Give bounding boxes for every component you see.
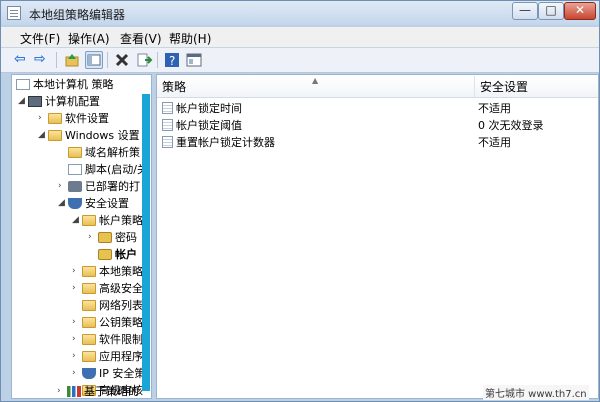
menu-action[interactable]: 操作(A) bbox=[68, 30, 110, 47]
tree-node-deployed-printers[interactable]: › 已部署的打 bbox=[58, 178, 140, 195]
chart-icon bbox=[67, 386, 81, 397]
printer-icon bbox=[68, 181, 82, 192]
tree-node-dns-policy[interactable]: 域名解析策 bbox=[58, 144, 140, 161]
gpedit-app-icon bbox=[7, 6, 21, 20]
column-header-policy[interactable]: 策略 ▲ bbox=[157, 76, 475, 98]
expand-arrow-icon[interactable]: › bbox=[72, 263, 82, 280]
title-bar: 本地组策略编辑器 — □ ✕ bbox=[1, 1, 599, 25]
table-row[interactable]: 重置帐户锁定计数器 不适用 bbox=[160, 134, 598, 151]
column-header-security-setting[interactable]: 安全设置 bbox=[475, 76, 598, 98]
expand-arrow-icon[interactable]: › bbox=[72, 331, 82, 348]
close-button[interactable]: ✕ bbox=[564, 2, 596, 20]
view-icon[interactable] bbox=[185, 51, 203, 69]
expand-arrow-icon[interactable]: › bbox=[58, 178, 68, 195]
policy-setting-icon bbox=[162, 119, 173, 131]
window-title: 本地组策略编辑器 bbox=[29, 8, 126, 22]
show-hide-tree-icon[interactable] bbox=[85, 51, 103, 69]
menu-file[interactable]: 文件(F) bbox=[20, 30, 60, 47]
security-shield-icon bbox=[68, 198, 82, 209]
expand-arrow-icon[interactable]: › bbox=[72, 348, 82, 365]
folder-lock-icon bbox=[82, 215, 96, 226]
expand-arrow-icon[interactable]: › bbox=[72, 280, 82, 297]
expand-arrow-icon[interactable]: › bbox=[38, 110, 48, 127]
tree-node-computer-config[interactable]: ◢ 计算机配置 bbox=[18, 93, 100, 110]
policy-setting-icon bbox=[162, 136, 173, 148]
minimize-button[interactable]: — bbox=[512, 2, 538, 20]
table-row[interactable]: 帐户锁定时间 不适用 bbox=[160, 100, 598, 117]
folder-icon bbox=[82, 317, 96, 328]
expand-arrow-icon[interactable]: › bbox=[57, 383, 67, 400]
app-window: 本地组策略编辑器 — □ ✕ 文件(F) 操作(A) 查看(V) 帮助(H) ⇦… bbox=[0, 0, 600, 402]
back-icon[interactable]: ⇦ bbox=[14, 52, 26, 66]
expand-arrow-icon[interactable]: › bbox=[72, 314, 82, 331]
tree-node-app-control[interactable]: › 应用程序 bbox=[72, 348, 143, 365]
folder-icon bbox=[68, 147, 82, 158]
folder-icon bbox=[82, 351, 96, 362]
expand-arrow-icon[interactable]: › bbox=[72, 365, 82, 382]
tree-node-account-policies[interactable]: ◢ 帐户策略 bbox=[72, 212, 143, 229]
tree-node-windows-settings[interactable]: ◢ Windows 设置 bbox=[38, 127, 140, 144]
menu-view[interactable]: 查看(V) bbox=[120, 30, 162, 47]
site-watermark: 第七城市 www.th7.cn bbox=[483, 385, 589, 400]
folder-lock-icon bbox=[82, 266, 96, 277]
folder-icon bbox=[48, 113, 62, 124]
folder-icon bbox=[82, 334, 96, 345]
collapse-arrow-icon[interactable]: ◢ bbox=[38, 127, 48, 144]
toolbar-separator bbox=[107, 52, 108, 68]
tree-node-advanced-firewall[interactable]: › 高级安全 bbox=[72, 280, 143, 297]
up-icon[interactable] bbox=[63, 51, 81, 69]
tree-node-root[interactable]: 本地计算机 策略 bbox=[16, 76, 114, 93]
ip-security-icon bbox=[82, 368, 96, 379]
folder-lock-icon bbox=[98, 232, 112, 243]
folder-icon bbox=[82, 283, 96, 294]
folder-icon bbox=[48, 130, 62, 141]
collapse-arrow-icon[interactable]: ◢ bbox=[18, 93, 28, 110]
toolbar: ⇦ ⇨ ? bbox=[1, 48, 599, 73]
forward-icon[interactable]: ⇨ bbox=[34, 52, 46, 66]
collapse-arrow-icon[interactable]: ◢ bbox=[72, 212, 82, 229]
tree-node-security-settings[interactable]: ◢ 安全设置 bbox=[58, 195, 129, 212]
script-icon bbox=[68, 164, 82, 175]
tree-node-software-restriction[interactable]: › 软件限制 bbox=[72, 331, 143, 348]
tree-node-ip-security[interactable]: › IP 安全策 bbox=[72, 365, 145, 382]
policy-setting-icon bbox=[162, 102, 173, 114]
tree-node-password-policy[interactable]: › 密码 bbox=[88, 229, 137, 246]
maximize-button[interactable]: □ bbox=[538, 2, 564, 20]
policy-document-icon bbox=[16, 79, 30, 90]
tree-node-local-policies[interactable]: › 本地策略 bbox=[72, 263, 143, 280]
svg-text:?: ? bbox=[169, 54, 175, 68]
delete-icon[interactable] bbox=[113, 51, 131, 69]
collapse-arrow-icon[interactable]: ◢ bbox=[58, 195, 68, 212]
tree-scrollbar[interactable] bbox=[142, 94, 150, 391]
policy-list-pane[interactable]: 策略 ▲ 安全设置 帐户锁定时间 不适用 帐户锁定阈值 0 次无效登录 重置帐户锁… bbox=[156, 74, 599, 399]
tree-pane[interactable]: 本地计算机 策略 ◢ 计算机配置 › 软件设置 ◢ Windows 设置 域名解析策 … bbox=[11, 74, 152, 399]
folder-icon bbox=[82, 300, 96, 311]
tree-node-software-settings[interactable]: › 软件设置 bbox=[38, 110, 109, 127]
menu-bar: 文件(F) 操作(A) 查看(V) 帮助(H) bbox=[1, 27, 599, 48]
export-icon[interactable] bbox=[135, 51, 153, 69]
tree-node-network-list[interactable]: 网络列表 bbox=[72, 297, 143, 314]
sort-ascending-icon: ▲ bbox=[312, 76, 319, 85]
table-row[interactable]: 帐户锁定阈值 0 次无效登录 bbox=[160, 117, 598, 134]
tree-node-account-lockout[interactable]: 帐户 bbox=[88, 246, 137, 263]
tree-node-scripts[interactable]: 脚本(启动/关 bbox=[58, 161, 148, 178]
toolbar-separator bbox=[157, 52, 158, 68]
help-icon[interactable]: ? bbox=[163, 51, 181, 69]
folder-lock-icon bbox=[98, 249, 112, 260]
toolbar-separator bbox=[56, 52, 57, 68]
tree-node-public-key[interactable]: › 公钥策略 bbox=[72, 314, 143, 331]
tree-node-policy-qos[interactable]: › 基于策略的 bbox=[57, 383, 139, 400]
expand-arrow-icon[interactable]: › bbox=[88, 229, 98, 246]
computer-icon bbox=[28, 96, 42, 107]
menu-help[interactable]: 帮助(H) bbox=[169, 30, 211, 47]
